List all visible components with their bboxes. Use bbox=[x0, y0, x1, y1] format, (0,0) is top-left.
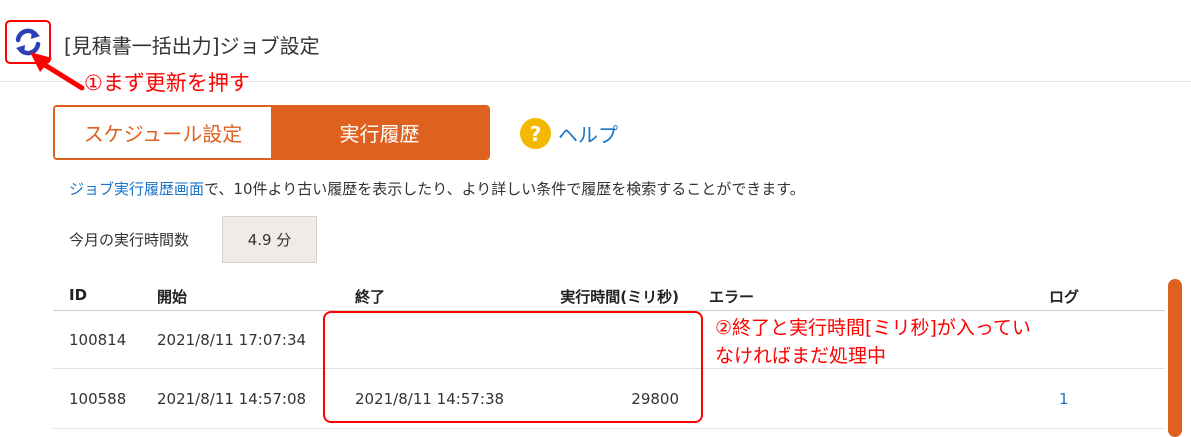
page-title: [見積書一括出力]ジョブ設定 bbox=[64, 34, 320, 58]
header-error: エラー bbox=[709, 288, 755, 306]
header-log: ログ bbox=[1049, 288, 1080, 306]
cell-start: 2021/8/11 17:07:34 bbox=[157, 330, 307, 349]
help-icon: ? bbox=[520, 118, 551, 149]
refresh-button[interactable] bbox=[5, 20, 51, 64]
cell-start: 2021/8/11 14:57:08 bbox=[157, 389, 307, 408]
annotation-step2: ②終了と実行時間[ミリ秒]が入ってい なければまだ処理中 bbox=[715, 314, 1031, 370]
header-duration: 実行時間(ミリ秒) bbox=[560, 288, 679, 306]
tab-history[interactable]: 実行履歴 bbox=[271, 107, 488, 158]
annotation-step2-line2: なければまだ処理中 bbox=[715, 345, 887, 367]
tab-schedule[interactable]: スケジュール設定 bbox=[55, 107, 271, 158]
annotation-step1: ①まず更新を押す bbox=[84, 71, 250, 95]
annotation-step2-line1: ②終了と実行時間[ミリ秒]が入ってい bbox=[715, 317, 1031, 339]
scrollbar-thumb[interactable] bbox=[1168, 279, 1182, 437]
header-start: 開始 bbox=[157, 288, 188, 306]
description-text: で、10件より古い履歴を表示したり、より詳しい条件で履歴を検索することができます… bbox=[204, 180, 805, 198]
cell-duration: 29800 bbox=[631, 389, 679, 408]
history-description: ジョブ実行履歴画面で、10件より古い履歴を表示したり、より詳しい条件で履歴を検索… bbox=[69, 178, 805, 199]
usage-label: 今月の実行時間数 bbox=[69, 231, 190, 249]
table-header-row: ID 開始 終了 実行時間(ミリ秒) エラー ログ bbox=[53, 278, 1165, 311]
cell-end: 2021/8/11 14:57:38 bbox=[355, 389, 505, 408]
help-link[interactable]: ? ヘルプ bbox=[520, 118, 618, 149]
refresh-icon bbox=[15, 28, 41, 56]
header-end: 終了 bbox=[355, 288, 386, 306]
cell-log-link[interactable]: 1 bbox=[1059, 390, 1069, 408]
table-row: 100588 2021/8/11 14:57:08 2021/8/11 14:5… bbox=[53, 369, 1165, 429]
help-label: ヘルプ bbox=[558, 123, 618, 147]
usage-value: 4.9 分 bbox=[222, 216, 317, 263]
cell-id: 100814 bbox=[69, 330, 127, 349]
job-history-link[interactable]: ジョブ実行履歴画面 bbox=[69, 180, 204, 198]
tab-bar: スケジュール設定 実行履歴 bbox=[53, 105, 490, 160]
header-id: ID bbox=[69, 286, 88, 304]
cell-id: 100588 bbox=[69, 389, 127, 408]
